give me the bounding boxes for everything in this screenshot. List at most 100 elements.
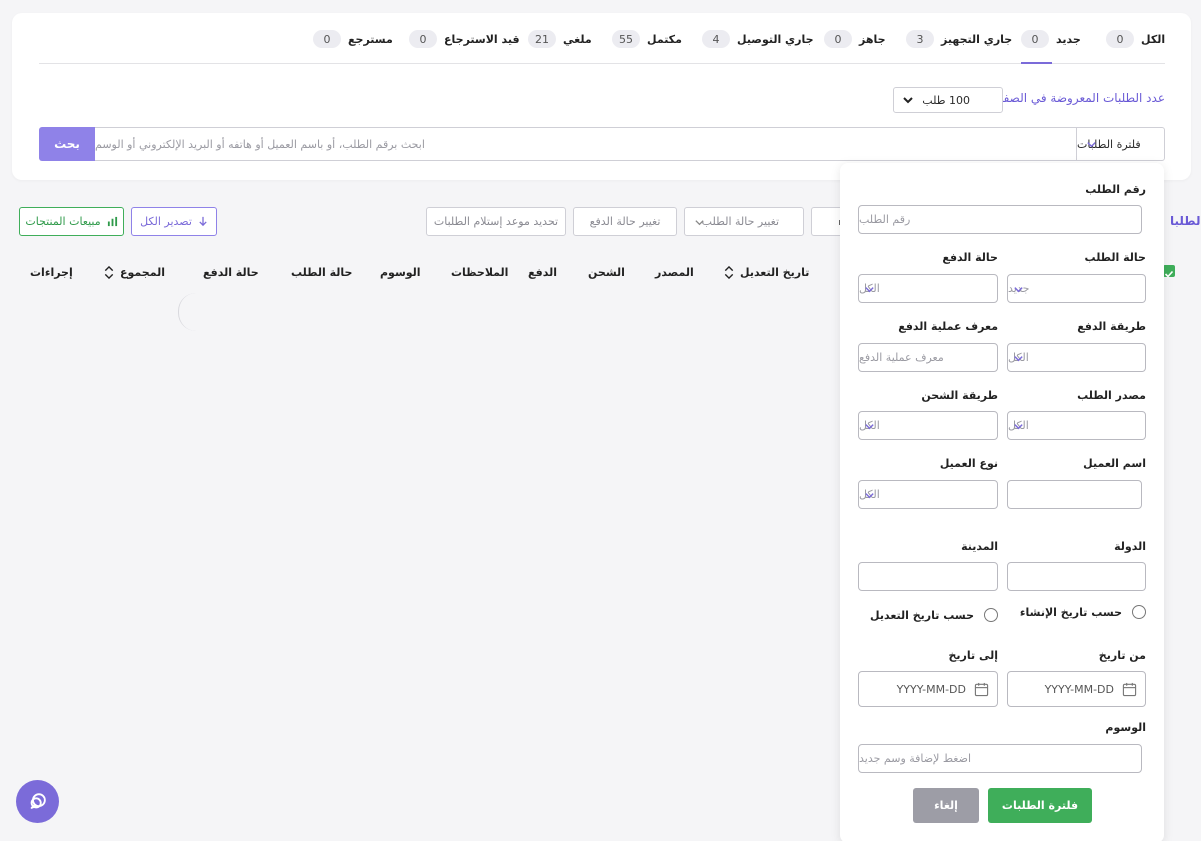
chat-bubble-icon [30,792,46,809]
status-tabs: الكل 0 جديد 0 جاري التجهيز 3 جاهز 0 جاري… [39,13,1165,64]
tab-label: جاري التوصيل [737,32,814,46]
order-status-label: حالة الطلب [1084,251,1146,264]
tab-label: الكل [1141,32,1166,46]
chevron-down-icon [1014,424,1023,430]
customer-name-input[interactable] [1007,480,1142,509]
tab-all[interactable]: الكل 0 [1106,30,1165,48]
change-order-status-label: تغيير حالة الطلب [701,215,779,228]
tab-returning[interactable]: قيد الاسترجاع 0 [409,30,520,48]
order-status-select[interactable]: جديد [1007,274,1146,303]
from-date-placeholder: YYYY-MM-DD [1044,682,1114,696]
col-notes: الملاحظات [451,266,509,279]
city-input[interactable] [858,562,998,591]
city-label: المدينة [961,540,998,553]
order-number-input[interactable]: رقم الطلب [858,205,1142,234]
col-shipping: الشحن [588,266,625,279]
from-date-label: من تاريخ [1098,649,1146,662]
product-sales-label: مبيعات المنتجات [25,215,101,228]
customer-type-select[interactable]: الكل [858,480,998,509]
to-date-label: إلى تاريخ [948,649,998,662]
tags-input[interactable]: اضغط لإضافة وسم جديد [858,744,1142,773]
search-bar: بحث ابحث برقم الطلب، أو باسم العميل أو ه… [39,127,1165,161]
tab-label: جديد [1056,32,1081,46]
active-tab-indicator [1021,62,1052,64]
col-tags: الوسوم [380,266,421,279]
shipping-method-label: طريقة الشحن [921,389,998,402]
tab-count: 0 [824,30,852,48]
payment-method-label: طريقة الدفع [1077,320,1146,333]
by-modified-date-radio[interactable]: حسب تاريخ التعديل [870,608,998,622]
to-date-input[interactable]: YYYY-MM-DD [858,671,998,707]
sort-icon [724,266,734,279]
tab-label: جاري التجهيز [941,32,1013,46]
customer-type-label: نوع العميل [939,457,998,470]
tab-delivering[interactable]: جاري التوصيل 4 [702,30,814,48]
tab-count: 0 [1021,30,1049,48]
chevron-down-icon [865,493,874,499]
sort-icon [104,266,114,279]
transaction-id-label: معرف عملية الدفع [898,320,998,333]
col-total-label: المجموع [120,266,165,279]
cancel-filter-button[interactable]: إلغاء [913,788,979,823]
country-input[interactable] [1007,562,1146,591]
chevron-down-icon [865,287,874,293]
by-created-date-radio[interactable]: حسب تاريخ الإنشاء [1020,605,1146,619]
country-label: الدولة [1114,540,1146,553]
shipping-method-select[interactable]: الكل [858,411,998,440]
from-date-input[interactable]: YYYY-MM-DD [1007,671,1146,707]
change-payment-status-label: تغيير حالة الدفع [589,215,661,228]
tab-returned[interactable]: مسترجع 0 [313,30,393,48]
export-all-button[interactable]: تصدير الكل [131,207,217,236]
col-source: المصدر [655,266,694,279]
payment-method-select[interactable]: الكل [1007,343,1146,372]
by-modified-date-label: حسب تاريخ التعديل [870,608,974,622]
to-date-placeholder: YYYY-MM-DD [896,682,966,696]
product-sales-button[interactable]: مبيعات المنتجات [19,207,124,236]
orders-header-card: الكل 0 جديد 0 جاري التجهيز 3 جاهز 0 جاري… [12,13,1191,180]
tab-label: ملغي [563,32,592,46]
col-payment-status: حالة الدفع [203,266,259,279]
tab-completed[interactable]: مكتمل 55 [612,30,682,48]
chevron-down-icon [865,424,874,430]
apply-filter-button[interactable]: فلترة الطلبات [988,788,1092,823]
radio-circle [1132,605,1146,619]
tab-count: 4 [702,30,730,48]
filter-toggle-button[interactable]: فلترة الطلبات [1076,127,1165,161]
set-pickup-button[interactable]: تحديد موعد إستلام الطلبات [426,207,566,236]
order-source-select[interactable]: الكل [1007,411,1146,440]
payment-status-label: حالة الدفع [942,251,998,264]
chevron-down-icon [1087,142,1096,148]
tags-label: الوسوم [1105,721,1146,734]
per-page-value: 100 طلب [922,93,970,107]
order-number-label: رقم الطلب [1085,183,1146,196]
tab-preparing[interactable]: جاري التجهيز 3 [906,30,1012,48]
filter-panel: رقم الطلب رقم الطلب حالة الطلب جديد حالة… [840,163,1164,841]
tab-label: مكتمل [647,32,682,46]
set-pickup-label: تحديد موعد إستلام الطلبات [433,215,559,228]
tab-cancelled[interactable]: ملغي 21 [528,30,592,48]
calendar-icon [974,682,989,697]
col-order-status: حالة الطلب [291,266,353,279]
payment-status-select[interactable]: الكل [858,274,998,303]
col-total[interactable]: المجموع [104,266,165,279]
chat-support-button[interactable] [16,780,59,823]
select-all-checkbox[interactable] [1163,265,1175,278]
col-modified-date[interactable]: تاريخ التعديل [724,266,809,279]
chevron-down-icon [1014,356,1023,362]
change-payment-status-button[interactable]: تغيير حالة الدفع [573,207,677,236]
col-actions: إجراءات [30,266,73,279]
change-order-status-select[interactable]: تغيير حالة الطلب [684,207,804,236]
radio-circle [984,608,998,622]
tab-label: قيد الاسترجاع [444,32,520,46]
transaction-id-input[interactable]: معرف عملية الدفع [858,343,998,372]
tab-new[interactable]: جديد 0 [1021,30,1081,48]
per-page-select[interactable]: 100 طلب [893,87,1003,113]
search-input[interactable]: ابحث برقم الطلب، أو باسم العميل أو هاتفه… [95,127,1077,161]
tab-count: 3 [906,30,934,48]
search-button[interactable]: بحث [39,127,95,161]
tab-label: مسترجع [348,32,393,46]
tab-count: 0 [313,30,341,48]
customer-name-label: اسم العميل [1083,457,1146,470]
tab-ready[interactable]: جاهز 0 [824,30,886,48]
check-icon [1164,270,1174,278]
